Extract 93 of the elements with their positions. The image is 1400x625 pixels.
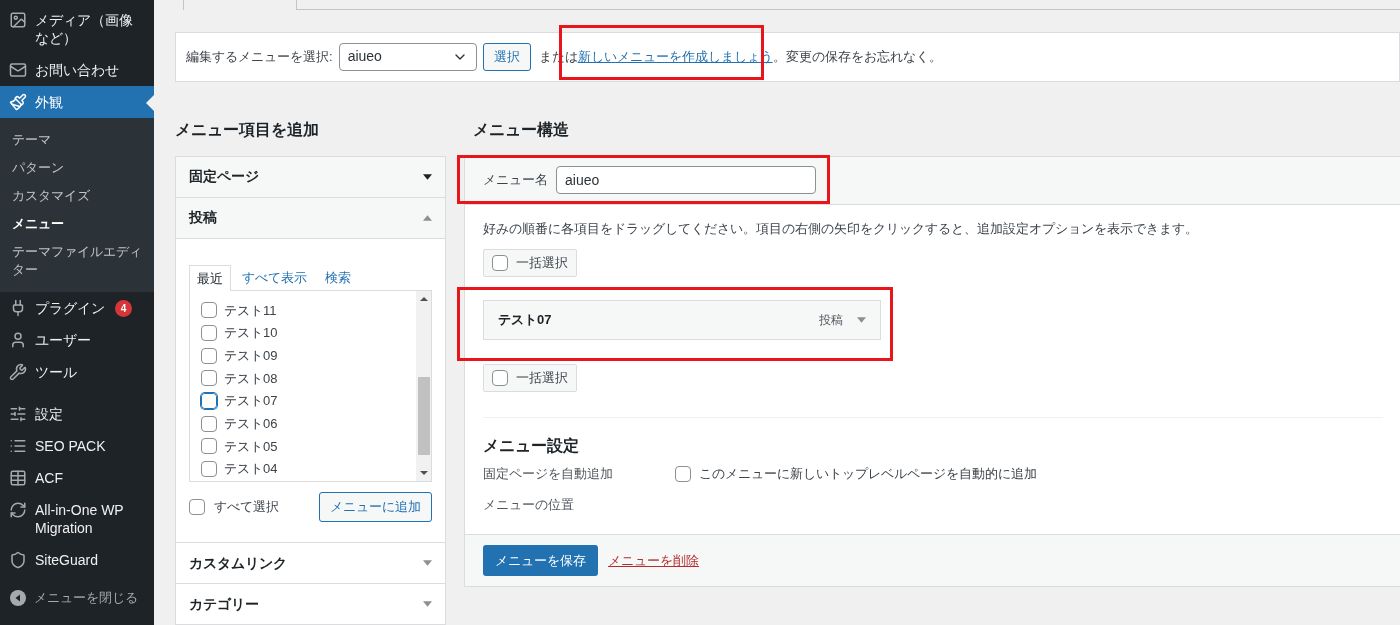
sidebar-label: プラグイン xyxy=(35,299,105,317)
settings-heading: メニュー設定 xyxy=(483,436,580,456)
post-label: テスト08 xyxy=(224,369,278,388)
post-label: テスト05 xyxy=(224,437,278,456)
table-icon xyxy=(9,469,27,487)
checkbox[interactable] xyxy=(201,302,217,319)
tab[interactable]: 最近 xyxy=(189,264,231,291)
checkbox[interactable] xyxy=(201,438,217,455)
submenu-item[interactable]: テーマ xyxy=(0,126,154,154)
bulk-select-button[interactable]: 一括選択 xyxy=(483,364,577,392)
accordion-title: カテゴリー xyxy=(189,594,259,614)
section-heading: メニュー項目を追加 xyxy=(175,119,320,140)
sidebar-item[interactable]: 外観 xyxy=(0,86,154,118)
list-icon xyxy=(9,437,27,455)
select-all-label: すべて選択 xyxy=(214,498,279,517)
sidebar-item[interactable]: All-in-One WP Migration xyxy=(0,494,154,544)
post-label: テスト06 xyxy=(224,415,278,434)
accordion-header[interactable]: 投稿 xyxy=(176,197,445,238)
checkbox[interactable] xyxy=(202,394,216,409)
menu-name-input[interactable]: aiueo xyxy=(556,166,816,194)
checkbox[interactable] xyxy=(189,499,205,515)
item-type: 投稿 xyxy=(819,312,843,329)
checkbox[interactable] xyxy=(492,370,508,386)
menu-dropdown[interactable]: aiueo xyxy=(338,42,477,71)
menu-item[interactable]: テスト07 投稿 xyxy=(483,300,881,340)
submenu-item[interactable]: テーマファイルエディター xyxy=(0,238,154,284)
collapse-icon xyxy=(10,589,26,606)
sidebar-label: 外観 xyxy=(35,93,63,111)
sidebar-label: ACF xyxy=(35,469,63,487)
accordion-title: 投稿 xyxy=(189,208,217,227)
add-to-menu-button[interactable]: メニューに追加 xyxy=(319,492,432,522)
checkbox[interactable] xyxy=(201,415,217,432)
submenu-item[interactable]: カスタマイズ xyxy=(0,182,154,210)
checkbox[interactable] xyxy=(201,370,217,387)
sidebar-item[interactable]: メディア（画像など） xyxy=(0,4,154,54)
delete-menu-link[interactable]: メニューを削除 xyxy=(608,550,699,571)
tab[interactable]: 検索 xyxy=(318,264,358,290)
setting-label: 固定ページを自動追加 xyxy=(483,464,614,483)
accordion-header[interactable]: 固定ページ xyxy=(176,156,445,197)
sidebar-label: SEO PACK xyxy=(35,437,106,455)
accordion-title: カスタムリンク xyxy=(189,553,287,573)
menu-name-label: メニュー名 xyxy=(483,171,548,190)
post-label: テスト11 xyxy=(224,301,277,320)
post-label: テスト04 xyxy=(224,460,278,479)
accordion-title: 固定ページ xyxy=(189,167,259,186)
sidebar-label: All-in-One WP Migration xyxy=(35,501,125,537)
sidebar-label: ユーザー xyxy=(35,331,91,349)
setting-label: メニューの位置 xyxy=(483,495,575,514)
post-label: テスト07 xyxy=(224,392,278,411)
checkbox[interactable] xyxy=(492,255,508,271)
save-menu-button[interactable]: メニューを保存 xyxy=(483,545,598,576)
checkbox[interactable] xyxy=(201,347,217,364)
sidebar-label: メディア（画像など） xyxy=(35,11,134,47)
sidebar-label: ツール xyxy=(35,363,77,381)
checkbox[interactable] xyxy=(201,325,217,342)
instructions-text: 好みの順番に各項目をドラッグしてください。項目の右側の矢印をクリックすると、追加設定オプションを表示できます。 xyxy=(483,219,1199,238)
post-label: テスト10 xyxy=(224,324,278,343)
expand-arrow-icon[interactable] xyxy=(423,173,432,180)
sidebar-item[interactable]: ツール xyxy=(0,356,154,388)
shield-icon xyxy=(9,551,27,569)
setting-option: このメニューに新しいトップレベルページを自動的に追加 xyxy=(699,463,1037,484)
submenu-item[interactable]: パターン xyxy=(0,154,154,182)
sidebar-label: お問い合わせ xyxy=(35,61,119,79)
tab[interactable]: すべて表示 xyxy=(235,264,314,290)
checkbox[interactable] xyxy=(675,465,691,482)
mail-icon xyxy=(9,61,27,79)
submenu-item[interactable]: メニュー xyxy=(0,210,154,238)
sidebar-item[interactable]: プラグイン 4 xyxy=(0,292,154,324)
paintbrush-icon xyxy=(9,93,27,111)
media-icon xyxy=(9,11,27,29)
user-icon xyxy=(9,331,27,349)
sidebar-item[interactable]: ACF xyxy=(0,462,154,494)
circular-arrow-icon xyxy=(9,501,27,519)
section-heading: メニュー構造 xyxy=(473,119,570,140)
select-label: 編集するメニューを選択: xyxy=(186,48,333,66)
update-count-badge: 4 xyxy=(115,300,132,317)
sliders-icon xyxy=(9,405,27,423)
sidebar-label: 設定 xyxy=(35,405,63,423)
wrench-icon xyxy=(9,363,27,381)
select-button[interactable]: 選択 xyxy=(482,42,531,71)
sidebar-label: SiteGuard xyxy=(35,551,99,569)
sidebar-item[interactable]: ユーザー xyxy=(0,324,154,356)
collapse-menu-button[interactable]: メニューを閉じる xyxy=(0,580,154,616)
menu-item-title: テスト07 xyxy=(498,311,552,330)
dropdown-value: aiueo xyxy=(347,47,382,67)
bulk-select-button[interactable]: 一括選択 xyxy=(483,249,577,277)
post-label: テスト09 xyxy=(224,346,278,365)
sidebar-item[interactable]: SEO PACK xyxy=(0,430,154,462)
collapse-arrow-icon[interactable] xyxy=(423,214,432,221)
sidebar-item[interactable]: 設定 xyxy=(0,398,154,430)
checkbox[interactable] xyxy=(201,461,217,478)
sidebar-item[interactable]: お問い合わせ xyxy=(0,54,154,86)
sidebar-item[interactable]: SiteGuard xyxy=(0,544,154,576)
